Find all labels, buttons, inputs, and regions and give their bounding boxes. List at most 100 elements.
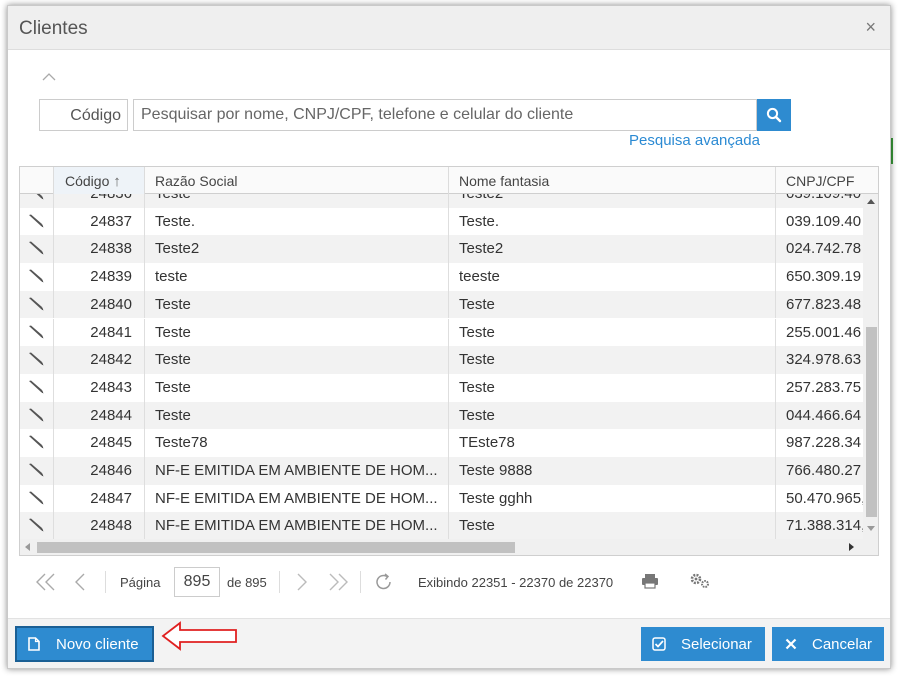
cell-cnpj-cpf: 987.228.34 <box>775 429 863 457</box>
pencil-icon[interactable] <box>28 408 44 422</box>
cell-codigo: 24838 <box>53 235 144 264</box>
table-row[interactable]: 24844 Teste Teste 044.466.64 <box>20 401 863 430</box>
horizontal-scrollbar[interactable] <box>20 539 878 555</box>
cell-nome-fantasia: Teste <box>448 512 775 539</box>
vertical-scrollbar[interactable] <box>863 194 878 539</box>
pencil-icon[interactable] <box>28 435 44 449</box>
cancel-button[interactable]: Cancelar <box>772 627 884 661</box>
pencil-icon[interactable] <box>28 325 44 339</box>
sort-asc-icon: ↑ <box>113 173 121 190</box>
first-page-icon[interactable] <box>35 573 57 591</box>
pencil-icon[interactable] <box>28 214 44 228</box>
select-button[interactable]: Selecionar <box>641 627 765 661</box>
row-edit-cell[interactable] <box>20 263 53 291</box>
pencil-icon[interactable] <box>28 380 44 394</box>
cell-razao-social: Teste2 <box>144 235 448 264</box>
header-razao-social[interactable]: Razão Social <box>144 167 448 194</box>
table-row[interactable]: 24838 Teste2 Teste2 024.742.78 <box>20 235 863 264</box>
scroll-up-icon[interactable] <box>867 199 875 204</box>
scroll-right-icon[interactable] <box>849 543 854 551</box>
grid-header: Código ↑ Razão Social Nome fantasia CNPJ… <box>20 167 878 194</box>
last-page-icon[interactable] <box>327 573 349 591</box>
new-client-button[interactable]: Novo cliente <box>15 626 154 662</box>
pencil-icon[interactable] <box>28 463 44 477</box>
close-icon[interactable]: × <box>865 17 876 38</box>
page-number-input[interactable] <box>174 567 220 597</box>
annotation-arrow-icon <box>161 621 237 651</box>
table-row[interactable]: 24837 Teste. Teste. 039.109.40 <box>20 207 863 236</box>
row-edit-cell[interactable] <box>20 208 53 236</box>
pager-separator <box>360 571 361 593</box>
table-row[interactable]: 24846 NF-E EMITIDA EM AMBIENTE DE HOM... T… <box>20 457 863 485</box>
row-edit-cell[interactable] <box>20 194 53 208</box>
dialog-titlebar: Clientes × <box>8 6 890 50</box>
header-label: Nome fantasia <box>459 173 550 189</box>
row-edit-cell[interactable] <box>20 457 53 485</box>
cancel-label: Cancelar <box>812 636 873 653</box>
pencil-icon[interactable] <box>28 352 44 366</box>
settings-icon[interactable] <box>689 572 711 590</box>
row-edit-cell[interactable] <box>20 429 53 457</box>
clientes-dialog: Clientes × Código Pesquisa avançada Códi… <box>7 5 891 669</box>
cell-cnpj-cpf: 677.823.48 <box>775 290 863 319</box>
cell-codigo: 24836 <box>53 194 144 208</box>
next-page-icon[interactable] <box>296 573 308 591</box>
x-icon <box>785 638 797 650</box>
dialog-footer: Novo cliente Selecionar Cancelar <box>8 618 890 668</box>
row-edit-cell[interactable] <box>20 485 53 513</box>
search-button[interactable] <box>757 99 791 131</box>
table-row[interactable]: 24842 Teste Teste 324.978.63 <box>20 346 863 374</box>
cell-cnpj-cpf: 650.309.19 <box>775 263 863 291</box>
row-edit-cell[interactable] <box>20 291 53 319</box>
table-row[interactable]: 24848 NF-E EMITIDA EM AMBIENTE DE HOM... T… <box>20 512 863 539</box>
pencil-icon[interactable] <box>28 297 44 311</box>
print-icon[interactable] <box>641 573 659 589</box>
row-edit-cell[interactable] <box>20 319 53 347</box>
cell-razao-social: Teste. <box>144 207 448 236</box>
prev-page-icon[interactable] <box>74 573 86 591</box>
table-row[interactable]: 24839 teste teeste 650.309.19 <box>20 263 863 291</box>
new-client-label: Novo cliente <box>56 636 139 653</box>
table-row[interactable]: 24836TesteTeste2039.109.40 <box>20 194 863 208</box>
pencil-icon[interactable] <box>28 269 44 283</box>
code-filter-selector[interactable]: Código <box>39 99 128 131</box>
chevron-up-icon[interactable] <box>42 72 56 82</box>
table-row[interactable]: 24843 Teste Teste 257.283.75 <box>20 373 863 402</box>
row-edit-cell[interactable] <box>20 235 53 263</box>
pencil-icon[interactable] <box>28 194 44 200</box>
pencil-icon[interactable] <box>28 518 44 532</box>
cell-razao-social: Teste <box>144 346 448 374</box>
scroll-down-icon[interactable] <box>867 526 875 531</box>
table-row[interactable]: 24840 Teste Teste 677.823.48 <box>20 290 863 319</box>
cell-nome-fantasia: Teste <box>448 290 775 319</box>
row-edit-cell[interactable] <box>20 402 53 430</box>
grid-body: 24836TesteTeste2039.109.4024837Teste.Tes… <box>20 194 863 539</box>
cell-codigo: 24845 <box>53 429 144 457</box>
cell-razao-social: Teste <box>144 401 448 430</box>
cell-cnpj-cpf: 766.480.27 <box>775 457 863 485</box>
header-label: CNPJ/CPF <box>786 173 855 189</box>
header-codigo[interactable]: Código ↑ <box>53 167 144 194</box>
search-input[interactable] <box>133 99 757 131</box>
table-row[interactable]: 24847 NF-E EMITIDA EM AMBIENTE DE HOM... T… <box>20 484 863 513</box>
advanced-search-link[interactable]: Pesquisa avançada <box>629 132 760 149</box>
row-edit-cell[interactable] <box>20 346 53 374</box>
pager-status: Exibindo 22351 - 22370 de 22370 <box>418 575 614 590</box>
cell-codigo: 24843 <box>53 373 144 402</box>
row-edit-cell[interactable] <box>20 374 53 402</box>
header-nome-fantasia[interactable]: Nome fantasia <box>448 167 775 194</box>
scroll-left-icon[interactable] <box>25 543 30 551</box>
table-row[interactable]: 24841 Teste Teste 255.001.46 <box>20 318 863 347</box>
pencil-icon[interactable] <box>28 491 44 505</box>
row-edit-cell[interactable] <box>20 512 53 539</box>
cell-nome-fantasia: Teste 9888 <box>448 457 775 485</box>
vertical-scroll-thumb[interactable] <box>866 327 877 517</box>
cell-razao-social: Teste <box>144 194 448 208</box>
pencil-icon[interactable] <box>28 241 44 255</box>
cell-nome-fantasia: Teste. <box>448 207 775 236</box>
refresh-icon[interactable] <box>374 572 394 592</box>
table-row[interactable]: 24845 Teste78 TEste78 987.228.34 <box>20 429 863 457</box>
horizontal-scroll-thumb[interactable] <box>37 542 515 553</box>
header-cnpj-cpf[interactable]: CNPJ/CPF <box>775 167 878 194</box>
cell-codigo: 24841 <box>53 318 144 347</box>
